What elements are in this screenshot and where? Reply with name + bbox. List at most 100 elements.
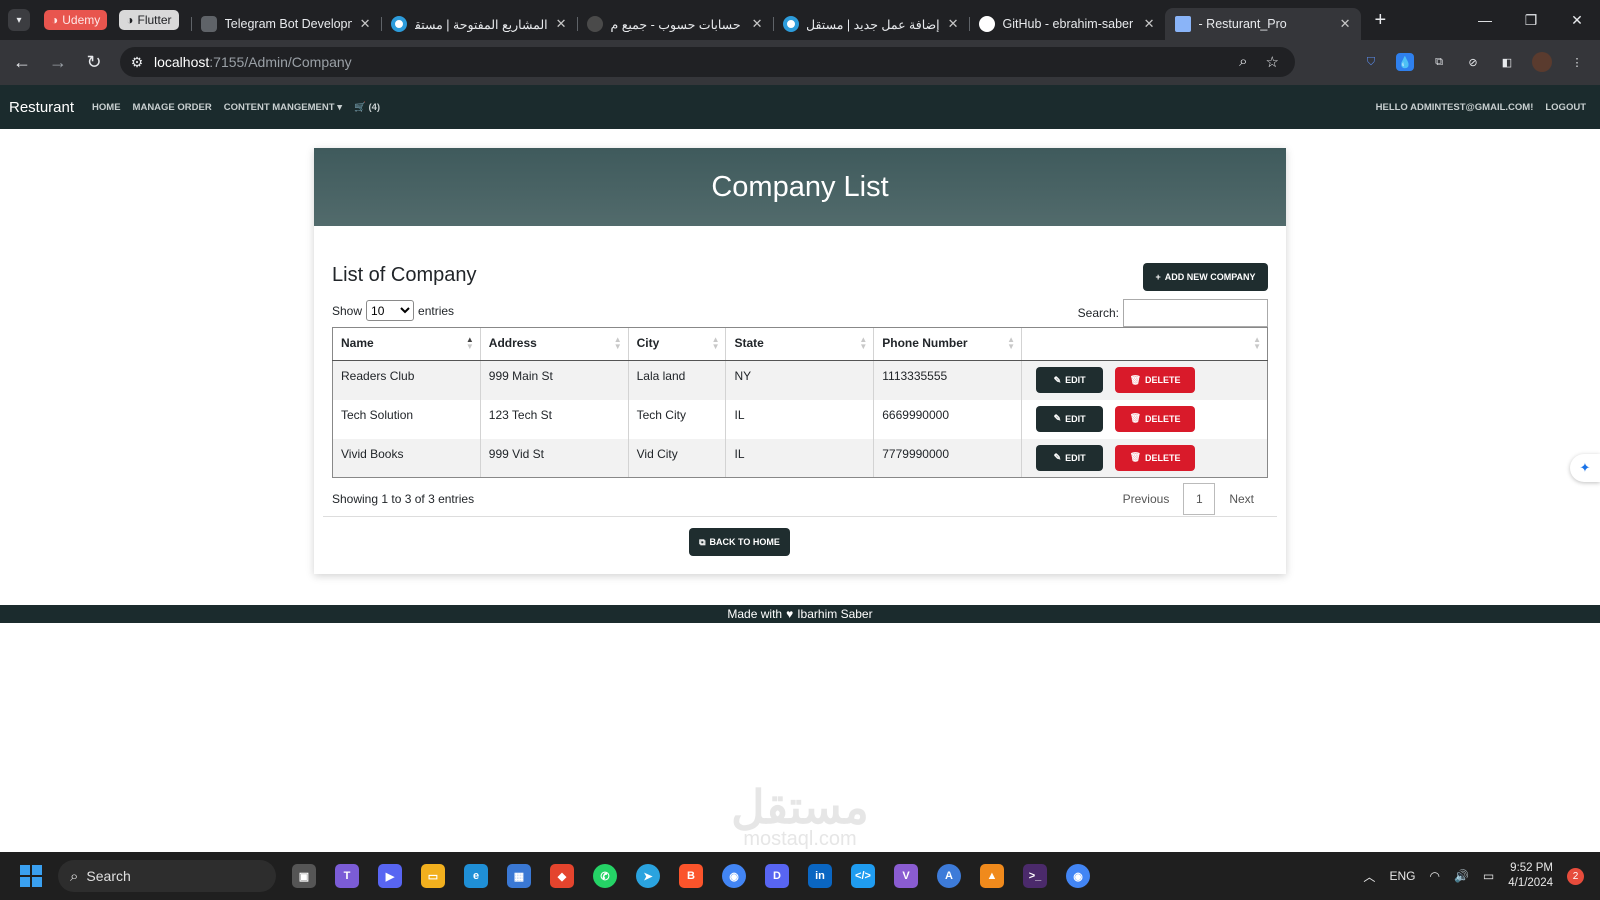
nav-cart[interactable]: 🛒 (4): [354, 102, 380, 113]
column-header-state[interactable]: State ▲ ▼: [725, 327, 874, 361]
browser-tab[interactable]: حسابات حسوب - جميع م ✕: [576, 8, 773, 40]
browser-tab[interactable]: Telegram Bot Developm ✕: [190, 8, 381, 40]
whatsapp-icon[interactable]: ✆: [593, 864, 617, 888]
taskbar-search[interactable]: ⌕ Search: [58, 860, 276, 892]
pagination-page-1[interactable]: 1: [1183, 483, 1216, 515]
chevron-up-icon[interactable]: ︿: [1363, 868, 1375, 885]
close-tab-icon[interactable]: ✕: [360, 16, 371, 32]
browser-tab-strip: ▾ ◑ Udemy ◑ Flutter Telegram Bot Develop…: [0, 0, 1600, 40]
chrome-icon[interactable]: ◉: [722, 864, 746, 888]
cart-icon: 🛒: [353, 101, 366, 113]
task-view-icon[interactable]: ▣: [292, 864, 316, 888]
droplet-extension-icon[interactable]: 💧: [1396, 53, 1414, 71]
puzzle-extensions-icon[interactable]: ⧉: [1430, 53, 1448, 71]
sort-icon: ▲ ▼: [711, 335, 720, 351]
edit-button[interactable]: ✎ EDIT: [1036, 405, 1104, 432]
volume-icon[interactable]: 🔊: [1454, 869, 1469, 883]
browser-menu-icon[interactable]: ⋮: [1568, 53, 1586, 71]
column-header-name[interactable]: Name ▲ ▼: [332, 327, 481, 361]
chrome-active-icon[interactable]: ◉: [1066, 864, 1090, 888]
site-settings-icon[interactable]: ⚙: [120, 54, 154, 71]
close-tab-icon[interactable]: ✕: [556, 16, 567, 32]
teams-icon[interactable]: T: [335, 864, 359, 888]
add-new-company-button[interactable]: + ADD NEW COMPANY: [1143, 263, 1268, 291]
terminal-icon[interactable]: >_: [1023, 864, 1047, 888]
delete-button[interactable]: 🗑 DELETE: [1115, 444, 1196, 471]
linkedin-icon[interactable]: in: [808, 864, 832, 888]
file-explorer-icon[interactable]: ▭: [421, 864, 445, 888]
vlc-icon[interactable]: ▲: [980, 864, 1004, 888]
anydesk-icon[interactable]: ◆: [550, 864, 574, 888]
close-tab-icon[interactable]: ✕: [1340, 16, 1351, 32]
tab-search-button[interactable]: ▾: [8, 9, 30, 31]
new-tab-button[interactable]: +: [1375, 9, 1387, 32]
close-tab-icon[interactable]: ✕: [1144, 16, 1155, 32]
performance-icon[interactable]: ⊘: [1464, 53, 1482, 71]
browser-tab[interactable]: GitHub - ebrahim-saber ✕: [968, 8, 1165, 40]
edit-button[interactable]: ✎ EDIT: [1036, 444, 1104, 471]
telegram-icon: [200, 16, 217, 32]
profile-avatar[interactable]: [1532, 52, 1552, 72]
windows-start-icon[interactable]: [20, 865, 42, 887]
browser-tab-active[interactable]: - Resturant_Pro ✕: [1164, 8, 1361, 40]
search-icon: ⌕: [70, 867, 79, 885]
browser-tab[interactable]: إضافة عمل جديد | مستقل ✕: [772, 8, 969, 40]
discord-icon[interactable]: D: [765, 864, 789, 888]
zoom-icon[interactable]: ⌕: [1239, 53, 1247, 71]
nav-manage-order[interactable]: MANAGE ORDER: [133, 102, 212, 113]
pagination-next[interactable]: Next: [1215, 492, 1268, 506]
browser-tab[interactable]: المشاريع المفتوحة | مستقل ✕: [380, 8, 577, 40]
delete-button[interactable]: 🗑 DELETE: [1115, 405, 1196, 432]
url-text[interactable]: localhost:7155/Admin/Company: [154, 54, 352, 70]
trash-icon: 🗑: [1129, 374, 1142, 385]
close-window-icon[interactable]: ✕: [1554, 12, 1600, 29]
nav-logout[interactable]: LOGOUT: [1545, 102, 1586, 113]
back-to-home-button[interactable]: ⧉ BACK TO HOME: [689, 528, 790, 556]
minimize-icon[interactable]: —: [1462, 12, 1508, 28]
notification-badge[interactable]: 2: [1567, 867, 1584, 885]
column-header-address[interactable]: Address ▲ ▼: [479, 327, 629, 361]
column-header-actions[interactable]: ▲ ▼: [1021, 327, 1268, 361]
nav-right: HELLO ADMINTEST@GMAIL.COM! LOGOUT: [1376, 85, 1586, 129]
nav-content-management[interactable]: CONTENT MANGEMENT ▾: [224, 102, 342, 113]
brave-icon[interactable]: B: [679, 864, 703, 888]
wifi-icon[interactable]: ◠: [1429, 869, 1439, 883]
floating-assistant-button[interactable]: ✦: [1570, 454, 1600, 482]
column-header-phone[interactable]: Phone Number ▲ ▼: [873, 327, 1022, 361]
forward-arrow-icon[interactable]: →: [40, 52, 76, 73]
vscode-icon[interactable]: </>: [851, 864, 875, 888]
edge-icon[interactable]: e: [464, 864, 488, 888]
close-tab-icon[interactable]: ✕: [948, 16, 959, 32]
reload-icon[interactable]: ↻: [76, 52, 112, 73]
nav-hello-user[interactable]: HELLO ADMINTEST@GMAIL.COM!: [1376, 102, 1534, 113]
restore-icon[interactable]: ❐: [1508, 12, 1554, 29]
telegram-app-icon[interactable]: ➤: [636, 864, 660, 888]
back-arrow-icon[interactable]: ←: [4, 52, 40, 73]
column-header-city[interactable]: City ▲ ▼: [627, 327, 726, 361]
battery-icon[interactable]: ▭: [1483, 869, 1494, 883]
footer: Made with ♥ Ibarhim Saber: [0, 605, 1600, 623]
bookmark-star-icon[interactable]: ☆: [1266, 53, 1279, 71]
close-tab-icon[interactable]: ✕: [752, 16, 763, 32]
visual-studio-icon[interactable]: V: [894, 864, 918, 888]
app-store-icon[interactable]: A: [937, 864, 961, 888]
delete-button[interactable]: 🗑 DELETE: [1115, 367, 1196, 393]
edit-button[interactable]: ✎ EDIT: [1036, 367, 1104, 393]
brand-logo[interactable]: Resturant: [9, 99, 74, 116]
pagination-previous[interactable]: Previous: [1109, 492, 1184, 506]
shield-extension-icon[interactable]: ⛉: [1362, 53, 1380, 71]
side-panel-icon[interactable]: ◧: [1498, 53, 1516, 71]
page-size-select[interactable]: 10: [366, 300, 415, 321]
meet-icon[interactable]: ▶: [378, 864, 402, 888]
clock[interactable]: 9:52 PM 4/1/2024: [1508, 861, 1553, 891]
window-controls: — ❐ ✕: [1462, 0, 1600, 40]
address-bar[interactable]: ⚙ localhost:7155/Admin/Company ⌕ ☆: [120, 47, 1295, 77]
cell-address: 999 Main St: [479, 360, 629, 400]
bookmark-chip-udemy[interactable]: ◑ Udemy: [44, 10, 108, 30]
nav-home[interactable]: HOME: [92, 102, 121, 113]
language-indicator[interactable]: ENG: [1389, 869, 1415, 883]
bookmark-chip-flutter[interactable]: ◑ Flutter: [119, 10, 179, 30]
sort-icon: ▲ ▼: [1253, 335, 1261, 351]
search-input[interactable]: [1123, 299, 1268, 327]
store-icon[interactable]: ▦: [507, 864, 531, 888]
